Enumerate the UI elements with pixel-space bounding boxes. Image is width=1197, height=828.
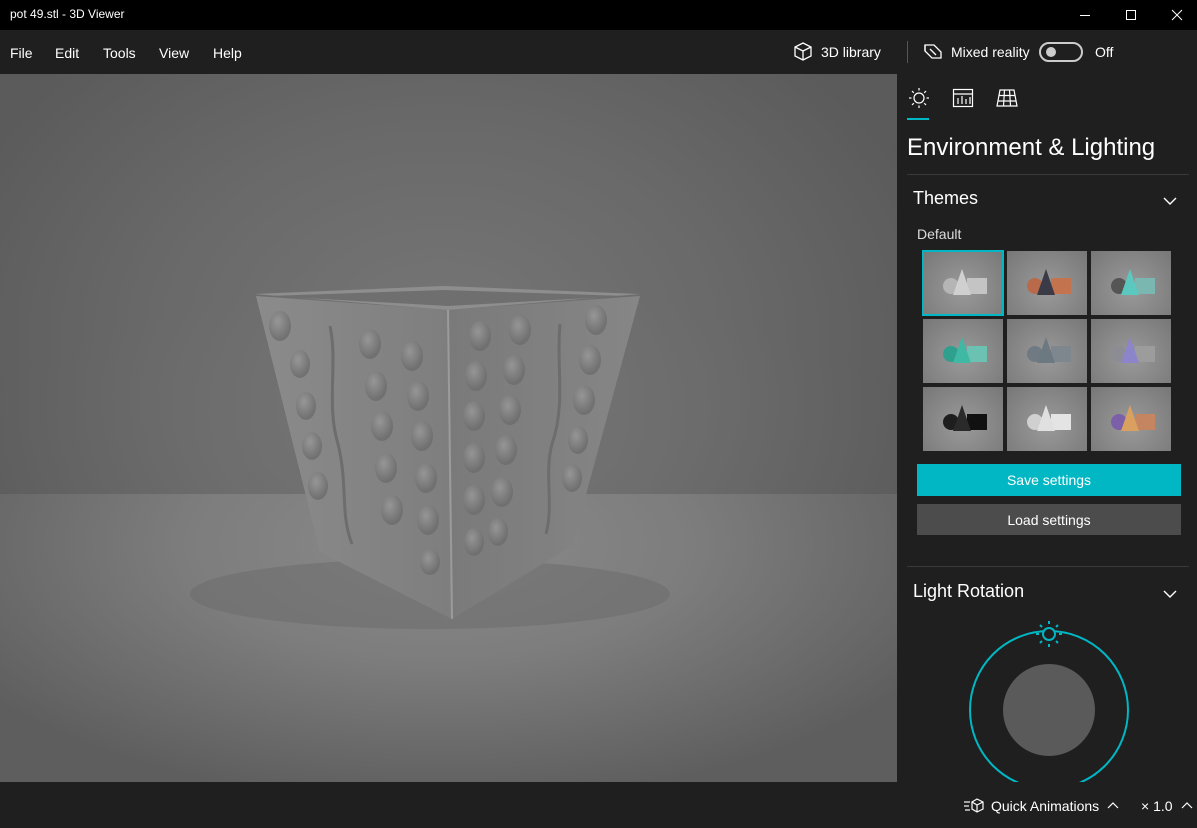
close-icon bbox=[1171, 9, 1183, 21]
theme-thumbnail[interactable] bbox=[1007, 251, 1087, 315]
menu-file[interactable]: File bbox=[10, 45, 33, 61]
divider bbox=[907, 174, 1189, 175]
light-rotation-control[interactable] bbox=[967, 618, 1132, 782]
3d-library-button[interactable]: 3D library bbox=[792, 41, 881, 63]
grid-icon bbox=[996, 89, 1018, 107]
active-tab-indicator bbox=[907, 118, 929, 120]
theme-thumbnail[interactable] bbox=[1091, 319, 1171, 383]
theme-cone bbox=[1121, 405, 1139, 431]
3d-viewport[interactable] bbox=[0, 74, 897, 782]
mixed-reality-icon bbox=[924, 44, 942, 59]
tab-grid[interactable] bbox=[995, 86, 1019, 110]
theme-cone bbox=[1037, 269, 1055, 295]
theme-thumbnail[interactable] bbox=[1007, 319, 1087, 383]
tab-statistics[interactable] bbox=[951, 86, 975, 110]
chevron-down-icon[interactable] bbox=[1162, 587, 1178, 599]
theme-cone bbox=[1121, 269, 1139, 295]
theme-thumbnail[interactable] bbox=[1091, 251, 1171, 315]
mixed-reality-toggle[interactable]: Off bbox=[1039, 41, 1113, 63]
load-settings-button[interactable]: Load settings bbox=[917, 504, 1181, 535]
chevron-up-icon[interactable] bbox=[1107, 801, 1119, 811]
3d-library-label: 3D library bbox=[821, 44, 881, 60]
side-panel: Environment & Lighting Themes Default Sa… bbox=[897, 74, 1197, 782]
quick-animations-button[interactable]: Quick Animations bbox=[963, 798, 1119, 814]
theme-cone bbox=[1121, 337, 1139, 363]
animation-speed-button[interactable]: × 1.0 bbox=[1141, 798, 1193, 814]
stats-icon bbox=[952, 88, 974, 108]
chevron-down-icon[interactable] bbox=[1162, 194, 1178, 206]
quick-animations-label: Quick Animations bbox=[991, 798, 1100, 814]
divider bbox=[907, 566, 1189, 567]
themes-heading: Themes bbox=[913, 188, 979, 208]
toolbar-divider bbox=[907, 41, 908, 63]
cube-icon bbox=[794, 42, 812, 61]
mixed-reality-button[interactable]: Mixed reality bbox=[922, 41, 1030, 63]
light-sphere bbox=[1003, 664, 1095, 756]
themes-group-label: Default bbox=[917, 226, 962, 242]
light-sun-handle-icon[interactable] bbox=[1036, 621, 1062, 647]
chevron-up-icon[interactable] bbox=[1181, 801, 1193, 811]
light-rotation-heading: Light Rotation bbox=[913, 581, 1025, 601]
maximize-icon bbox=[1126, 10, 1136, 20]
mixed-reality-label: Mixed reality bbox=[951, 44, 1030, 60]
pot-model[interactable] bbox=[0, 74, 897, 782]
tab-environment-lighting[interactable] bbox=[907, 86, 931, 110]
animation-cube-icon bbox=[964, 798, 984, 813]
close-button[interactable] bbox=[1154, 0, 1197, 30]
theme-thumbnail[interactable] bbox=[923, 387, 1003, 451]
theme-grid bbox=[922, 250, 1171, 451]
theme-thumbnail[interactable] bbox=[1091, 387, 1171, 451]
toggle-knob bbox=[1046, 47, 1056, 57]
theme-cone bbox=[1037, 337, 1055, 363]
menu-tools[interactable]: Tools bbox=[103, 45, 136, 61]
menu-edit[interactable]: Edit bbox=[55, 45, 79, 61]
minimize-icon bbox=[1080, 15, 1090, 16]
title-bar: pot 49.stl - 3D Viewer bbox=[0, 0, 1197, 30]
sun-icon bbox=[909, 88, 929, 108]
menu-help[interactable]: Help bbox=[213, 45, 242, 61]
theme-thumbnail[interactable] bbox=[923, 319, 1003, 383]
animation-speed-label: × 1.0 bbox=[1141, 798, 1173, 814]
theme-cone bbox=[953, 269, 971, 295]
menu-bar: File Edit Tools View Help 3D library Mix… bbox=[0, 30, 1197, 74]
menu-view[interactable]: View bbox=[159, 45, 189, 61]
minimize-button[interactable] bbox=[1062, 0, 1108, 30]
maximize-button[interactable] bbox=[1108, 0, 1154, 30]
window-title: pot 49.stl - 3D Viewer bbox=[10, 7, 125, 21]
light-rotation-dial[interactable] bbox=[967, 618, 1132, 782]
bottom-bar: Quick Animations × 1.0 bbox=[0, 782, 1197, 828]
theme-cone bbox=[953, 337, 971, 363]
theme-cone bbox=[953, 405, 971, 431]
theme-thumbnail[interactable] bbox=[922, 250, 1004, 316]
mixed-reality-state: Off bbox=[1095, 44, 1114, 60]
panel-title: Environment & Lighting bbox=[907, 134, 1156, 161]
theme-thumbnail[interactable] bbox=[1007, 387, 1087, 451]
save-settings-button[interactable]: Save settings bbox=[917, 464, 1181, 496]
theme-cone bbox=[1037, 405, 1055, 431]
toggle-switch[interactable] bbox=[1039, 42, 1083, 62]
